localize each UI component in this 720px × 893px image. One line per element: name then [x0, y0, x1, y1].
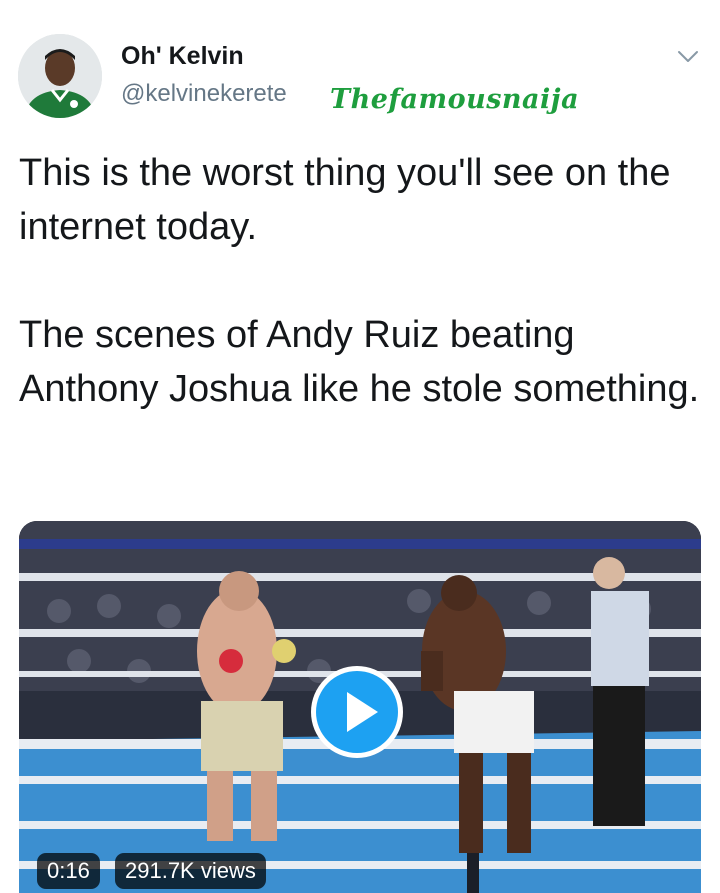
play-icon	[316, 671, 398, 753]
chevron-down-icon[interactable]	[676, 44, 700, 68]
video-player[interactable]: 0:16 291.7K views	[19, 521, 701, 893]
avatar-image	[18, 34, 102, 118]
author-display-name[interactable]: Oh' Kelvin	[121, 42, 244, 71]
video-view-count: 291.7K views	[115, 853, 266, 889]
watermark-text: Thefamousnaija	[330, 84, 580, 115]
author-handle[interactable]: @kelvinekerete	[121, 80, 287, 108]
avatar[interactable]	[18, 34, 102, 118]
tweet-paragraph: The scenes of Andy Ruiz beating Anthony …	[19, 314, 700, 410]
play-button[interactable]	[311, 666, 403, 758]
tweet-text: This is the worst thing you'll see on th…	[19, 146, 709, 416]
tweet-paragraph: This is the worst thing you'll see on th…	[19, 152, 671, 248]
video-duration: 0:16	[37, 853, 100, 889]
